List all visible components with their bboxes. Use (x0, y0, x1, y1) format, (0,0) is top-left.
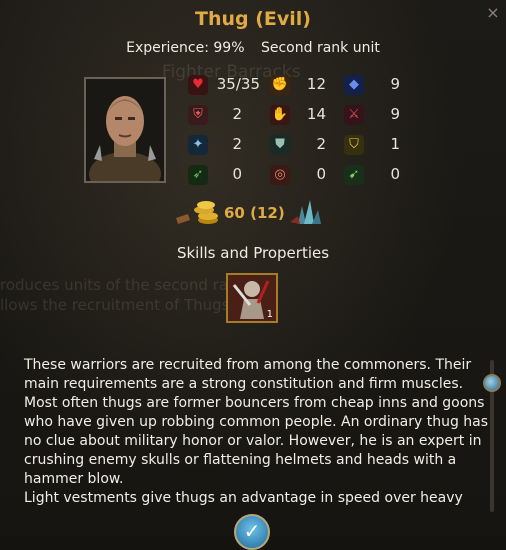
recruit-cost: 60 (12) (170, 198, 330, 228)
thug-portrait-icon (86, 79, 164, 181)
gold-cost-value: 60 (12) (224, 204, 285, 222)
stat-value: 0 (316, 165, 326, 183)
experience-label: Experience: 99% (126, 40, 245, 56)
stat-row-1: ♥ 35/35 ✊ 12 ◆ 9 (184, 71, 414, 101)
background-line-2: llows the recruitment of Thugs. (0, 296, 235, 314)
unit-description: These warriors are recruited from among … (24, 356, 494, 508)
heart-icon: ♥ (188, 75, 208, 95)
unit-info-panel: Fighter Barracks roduces units of the se… (0, 0, 506, 550)
stat-value: 14 (306, 105, 326, 123)
description-paragraph: Light vestments give thugs an advantage … (24, 490, 463, 506)
stat-row-4: ➶ 0 ◎ 0 ➹ 0 (184, 161, 414, 191)
stat-value: 2 (232, 105, 242, 123)
background-line-1: roduces units of the second rank. (0, 276, 251, 294)
unit-subline: Experience: 99% Second rank unit (0, 40, 506, 56)
scroll-thumb[interactable] (483, 374, 501, 392)
gold-coins-icon (176, 201, 218, 224)
rank-label: Second rank unit (260, 40, 380, 56)
skill-level-badge: 1 (266, 309, 273, 320)
description-paragraph: These warriors are recruited from among … (24, 357, 489, 487)
stat-value: 0 (232, 165, 242, 183)
hp-value: 35/35 (216, 75, 260, 93)
unit-portrait (84, 77, 166, 183)
skills-title: Skills and Properties (176, 244, 330, 262)
stat-value: 12 (306, 75, 326, 93)
stat-value: 9 (390, 75, 400, 93)
stat-value: 9 (390, 105, 400, 123)
stat-value: 2 (316, 135, 326, 153)
stat-value: 1 (390, 135, 400, 153)
unit-title: Thug (Evil) (195, 8, 311, 30)
stats-grid: ♥ 35/35 ✊ 12 ◆ 9 ⛨ 2 ✋ 14 ⚔ 9 ✦ 2 ⛊ 2 ⛉ … (184, 71, 414, 191)
stat-row-2: ⛨ 2 ✋ 14 ⚔ 9 (184, 101, 414, 131)
confirm-button[interactable]: ✓ (234, 514, 270, 550)
stat-value: 0 (390, 165, 400, 183)
stat-value: 2 (232, 135, 242, 153)
stat-row-3: ✦ 2 ⛊ 2 ⛉ 1 (184, 131, 414, 161)
skill-slot[interactable]: 1 (226, 273, 278, 323)
crystal-icon (290, 200, 321, 224)
